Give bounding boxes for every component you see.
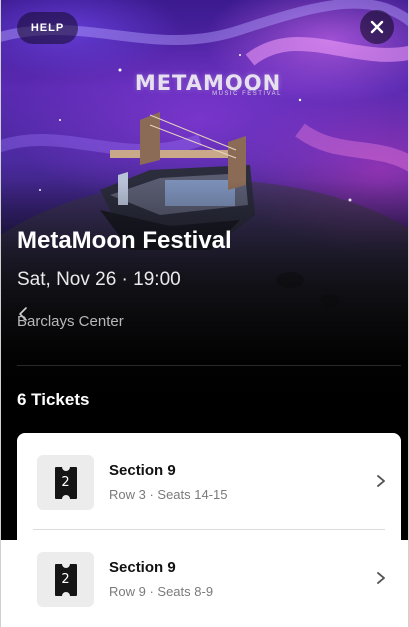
tickets-card: 2 Section 9 Row 3 · Seats 14-15 2 Sectio… (17, 433, 401, 627)
ticket-section: Section 9 (109, 462, 176, 479)
chevron-right-icon (377, 572, 385, 584)
event-venue[interactable]: Barclays Center (17, 313, 124, 330)
ticket-screen: METAMOON MUSIC FESTIVAL HELP MetaMoon Fe… (0, 0, 409, 627)
ticket-quantity: 2 (61, 475, 70, 490)
ticket-icon: 2 (54, 466, 78, 500)
event-title: MetaMoon Festival (17, 227, 232, 254)
event-artwork (0, 0, 409, 400)
ticket-seats: Row 3 · Seats 14-15 (109, 487, 228, 502)
ticket-section: Section 9 (109, 559, 176, 576)
ticket-quantity: 2 (61, 572, 70, 587)
ticket-seats: Row 9 · Seats 8-9 (109, 584, 214, 599)
tickets-count: 6 Tickets (17, 390, 90, 409)
ticket-thumbnail: 2 (37, 455, 94, 510)
ticket-thumbnail: 2 (37, 552, 94, 607)
close-icon (370, 20, 384, 34)
ticket-icon: 2 (54, 563, 78, 597)
ticket-row[interactable]: 2 Section 9 Row 3 · Seats 14-15 (17, 433, 401, 530)
event-logo: METAMOON MUSIC FESTIVAL (108, 72, 308, 97)
close-button[interactable] (360, 10, 394, 44)
ticket-row[interactable]: 2 Section 9 Row 9 · Seats 8-9 (17, 530, 401, 626)
section-divider (17, 365, 401, 366)
frame-edge-left (0, 0, 1, 627)
help-button[interactable]: HELP (17, 12, 78, 44)
chevron-right-icon (377, 475, 385, 487)
event-date-time: Sat, Nov 26 · 19:00 (17, 269, 181, 290)
